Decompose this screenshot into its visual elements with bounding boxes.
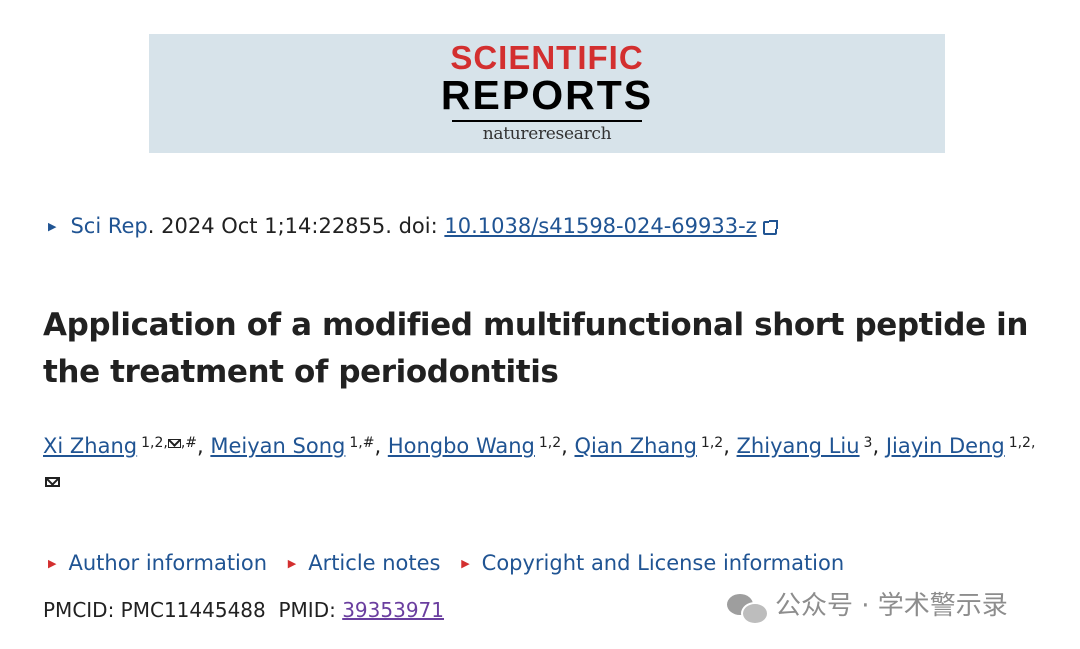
pmid-label: PMID: [278,598,343,622]
expand-triangle-icon: ▶ [461,557,470,570]
author-link[interactable]: Qian Zhang [575,434,697,458]
journal-banner: SCIENTIFIC REPORTS natureresearch [149,34,945,153]
external-link-icon[interactable] [762,220,778,235]
pmid-link[interactable]: 39353971 [342,598,444,622]
article-notes-toggle[interactable]: ▶ Article notes [288,551,441,575]
watermark: 公众号 · 学术警示录 [727,586,1008,626]
expand-triangle-icon[interactable]: ▶ [48,220,56,233]
logo-scientific-text: SCIENTIFIC [450,39,644,76]
article-title: Application of a modified multifunctiona… [43,307,1029,390]
author-affiliation: 1,2, [1008,435,1036,451]
watermark-text: 公众号 · 学术警示录 [775,591,1008,621]
author-affiliation: 1,# [349,435,375,451]
citation-text: . 2024 Oct 1;14:22855. doi: [147,214,445,238]
author-list: Xi Zhang 1,2, ,#, Meiyan Song 1,#, Hongbo W… [43,434,1036,458]
author-affiliation: 1,2, ,# [141,435,198,451]
author-link[interactable]: Zhiyang Liu [737,434,860,458]
logo-divider [452,120,642,122]
author-link[interactable]: Jiayin Deng [886,434,1005,458]
copyright-license-toggle[interactable]: ▶ Copyright and License information [461,551,844,575]
author-link[interactable]: Meiyan Song [210,434,345,458]
journal-link[interactable]: Sci Rep [70,214,147,238]
doi-link[interactable]: 10.1038/s41598-024-69933-z [444,214,756,238]
author-information-toggle[interactable]: ▶ Author information [48,551,267,575]
expand-triangle-icon: ▶ [48,557,57,570]
logo-reports-text: REPORTS [440,72,654,118]
mail-icon[interactable] [167,438,181,448]
mail-icon[interactable] [45,477,60,487]
author-link[interactable]: Hongbo Wang [388,434,535,458]
citation-line: ▶ Sci Rep. 2024 Oct 1;14:22855. doi: 10.1… [48,212,778,244]
author-affiliation: 1,2 [700,435,724,451]
logo-natureresearch-text: natureresearch [482,124,612,144]
author-link[interactable]: Xi Zhang [43,434,137,458]
article-info-links: ▶ Author information ▶ Article notes ▶ Copy… [48,548,858,582]
expand-triangle-icon: ▶ [287,557,297,570]
author-affiliation: 1,2 [538,435,562,451]
wechat-icon [727,592,769,625]
article-ids: PMCID: PMC11445488 PMID: 39353971 [43,596,444,624]
pmcid-text: PMCID: PMC11445488 [43,598,266,622]
author-affiliation: 3 [863,435,873,451]
